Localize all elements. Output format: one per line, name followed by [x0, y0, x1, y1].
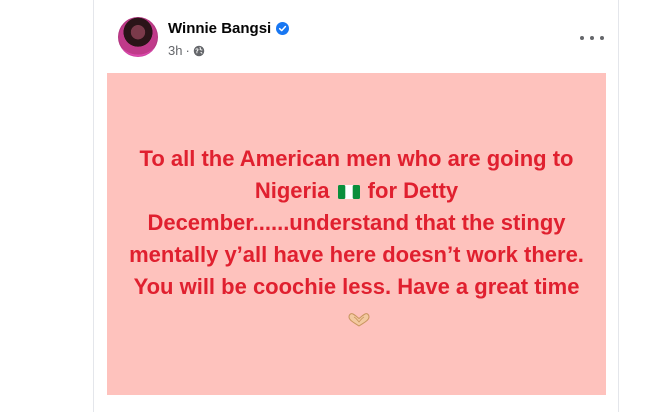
post-card: Winnie Bangsi 3h · To all the American m…	[93, 0, 619, 412]
more-options-icon[interactable]	[580, 28, 604, 48]
verified-badge-icon	[276, 22, 290, 35]
post-text: To all the American men who are going to…	[122, 143, 592, 335]
post-meta: 3h ·	[168, 43, 205, 58]
author-row: Winnie Bangsi	[168, 20, 290, 37]
heart-hands-emoji	[347, 313, 370, 327]
author-name[interactable]: Winnie Bangsi	[168, 20, 271, 37]
meta-separator: ·	[185, 43, 190, 58]
globe-icon[interactable]	[193, 45, 205, 57]
post-background: To all the American men who are going to…	[107, 73, 606, 395]
avatar[interactable]	[118, 17, 158, 57]
post-header: Winnie Bangsi 3h ·	[94, 0, 618, 72]
post-timestamp[interactable]: 3h	[168, 43, 182, 58]
nigeria-flag-emoji	[337, 185, 360, 199]
